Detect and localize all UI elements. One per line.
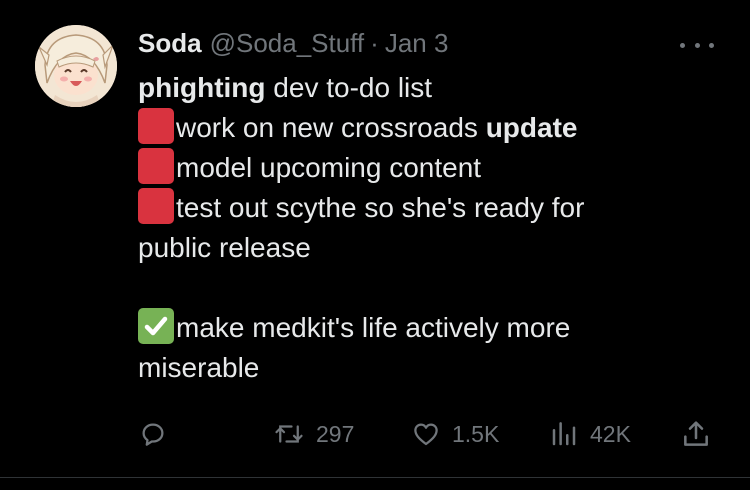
more-options-icon[interactable]: [680, 36, 714, 54]
red-square-emoji-icon: [138, 108, 174, 144]
tweet-line: work on new crossroads update: [138, 108, 728, 148]
tweet-line: miserable: [138, 348, 728, 388]
avatar[interactable]: [35, 25, 117, 107]
action-bar: 297 1.5K 42K: [0, 412, 750, 456]
tweet-text-fragment: test out scythe so she's ready for: [176, 192, 585, 223]
tweet-text-fragment: dev to-do list: [265, 72, 433, 103]
heart-icon: [414, 423, 438, 446]
red-square-emoji-icon: [138, 188, 174, 224]
tweet-text-fragment: miserable: [138, 352, 260, 383]
tweet-header: Soda @Soda_Stuff · Jan 3: [138, 28, 448, 62]
avatar-image: [35, 25, 117, 107]
like-count: 1.5K: [452, 420, 500, 447]
divider: [0, 477, 750, 478]
tweet-line: phighting dev to-do list: [138, 68, 728, 108]
share-button[interactable]: [680, 412, 712, 456]
reply-button[interactable]: [138, 412, 178, 456]
tweet-text: phighting dev to-do list work on new cro…: [138, 68, 728, 388]
tweet-bold-text: update: [485, 112, 578, 143]
red-square-emoji-icon: [138, 148, 174, 184]
tweet-line: public release: [138, 228, 728, 268]
analytics-icon: [552, 422, 576, 446]
like-button[interactable]: 1.5K: [410, 412, 499, 456]
user-handle[interactable]: @Soda_Stuff: [210, 28, 365, 59]
tweet-text-fragment: make medkit's life actively more: [176, 312, 571, 343]
retweet-count: 297: [316, 420, 355, 447]
share-icon: [684, 421, 708, 446]
separator-dot: ·: [370, 28, 379, 58]
tweet-line: make medkit's life actively more: [138, 308, 728, 348]
tweet-line: model upcoming content: [138, 148, 728, 188]
tweet-text-fragment: model upcoming content: [176, 152, 482, 183]
views-button[interactable]: 42K: [548, 412, 631, 456]
retweet-icon: [275, 425, 303, 443]
check-mark-emoji-icon: [138, 308, 174, 344]
retweet-button[interactable]: 297: [272, 412, 354, 456]
tweet[interactable]: Soda @Soda_Stuff · Jan 3 phighting dev t…: [0, 0, 750, 490]
tweet-bold-text: phighting: [138, 72, 266, 103]
display-name[interactable]: Soda: [138, 28, 202, 59]
tweet-text-fragment: work on new crossroads: [176, 112, 486, 143]
reply-icon: [142, 423, 164, 446]
tweet-line: test out scythe so she's ready for: [138, 188, 728, 228]
views-count: 42K: [590, 420, 631, 447]
tweet-date[interactable]: Jan 3: [385, 28, 449, 59]
tweet-text-fragment: public release: [138, 232, 311, 263]
